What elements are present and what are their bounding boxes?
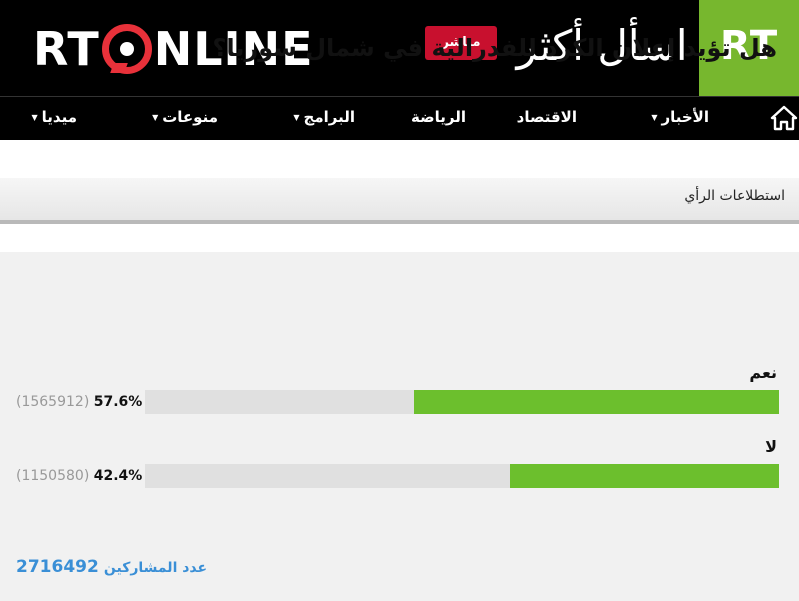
poll-result-yes: (1565912) 57.6% — [16, 390, 151, 414]
nav-item-programs[interactable]: البرامج▼ — [293, 97, 355, 141]
caret-down-icon: ▼ — [651, 112, 658, 122]
poll-bar-fill-no — [510, 464, 779, 488]
nav-label: الاقتصاد — [516, 108, 577, 126]
nav-label: ميديا — [41, 108, 77, 126]
home-icon[interactable] — [770, 105, 798, 131]
nav-item-sports[interactable]: الرياضة — [411, 97, 466, 141]
poll-result-no: (1150580) 42.4% — [16, 464, 151, 488]
nav-label: البرامج — [303, 108, 355, 126]
poll-bar-fill-yes — [413, 390, 779, 414]
main-nav: الأخبار▼ الاقتصاد الرياضة البرامج▼ منوعا… — [0, 96, 799, 140]
nav-item-misc[interactable]: منوعات▼ — [152, 97, 218, 141]
section-header: استطلاعات الرأي — [0, 178, 799, 224]
participants-number: 2716492 — [16, 557, 99, 577]
nav-label: الأخبار — [661, 108, 709, 126]
poll-bar-track-no — [145, 464, 779, 488]
caret-down-icon: ▼ — [152, 112, 159, 122]
participants-label: عدد المشاركين — [103, 560, 208, 576]
nav-item-economy[interactable]: الاقتصاد — [517, 97, 577, 141]
section-title: استطلاعات الرأي — [684, 188, 785, 204]
poll-panel — [0, 252, 799, 601]
nav-label: الرياضة — [411, 108, 466, 126]
poll-votes-no: (1150580) — [16, 468, 90, 484]
poll-option-label-yes: نعم — [749, 363, 777, 382]
poll-option-label-no: لا — [765, 437, 777, 456]
nav-item-media[interactable]: ميديا▼ — [32, 97, 78, 141]
caret-down-icon: ▼ — [31, 112, 38, 122]
poll-votes-yes: (1565912) — [16, 394, 90, 410]
poll-percent-no: 42.4% — [93, 468, 143, 484]
poll-bar-track-yes — [145, 390, 779, 414]
poll-percent-yes: 57.6% — [93, 394, 143, 410]
nav-label: منوعات — [162, 108, 218, 126]
participants-count: عدد المشاركين 2716492 — [16, 555, 213, 579]
nav-item-news[interactable]: الأخبار▼ — [651, 97, 709, 141]
poll-question: هل تؤيد إعلان الكرد للفدرالية في شمال سو… — [212, 34, 777, 62]
caret-down-icon: ▼ — [293, 112, 300, 122]
